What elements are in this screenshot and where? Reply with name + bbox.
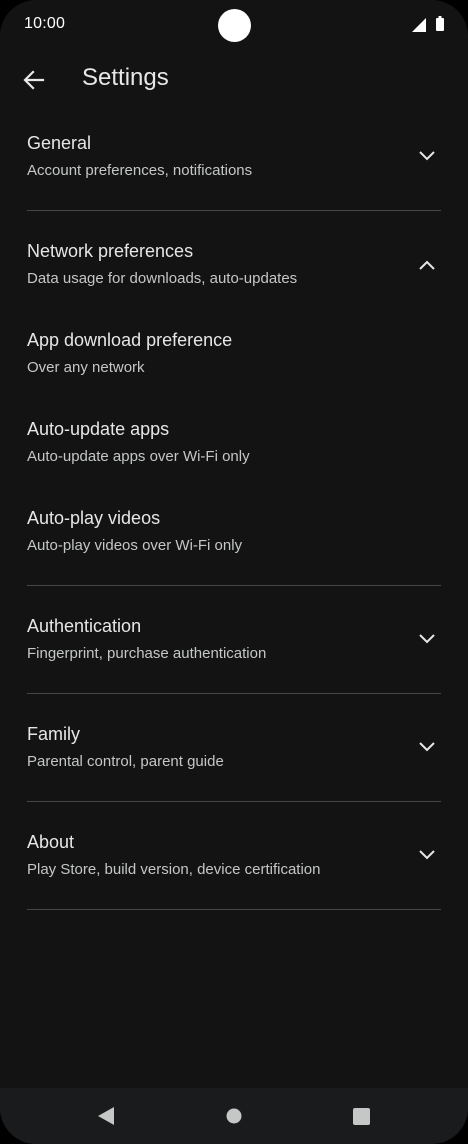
- chevron-down-icon: [419, 742, 435, 752]
- section-authentication-title: Authentication: [27, 616, 142, 636]
- section-authentication[interactable]: Authentication Fingerprint, purchase aut…: [0, 586, 468, 694]
- section-general-title: General: [27, 133, 92, 153]
- battery-icon: [436, 16, 444, 31]
- collapse-network-button[interactable]: [410, 248, 444, 282]
- setting-title: Auto-update apps: [27, 419, 170, 439]
- section-network-preferences[interactable]: Network preferences Data usage for downl…: [0, 211, 468, 300]
- section-network-subtitle: Data usage for downloads, auto-updates: [27, 270, 298, 287]
- setting-auto-update-apps[interactable]: Auto-update apps Auto-update apps over W…: [0, 389, 468, 478]
- home-circle-icon: [226, 1108, 242, 1124]
- chevron-up-icon: [419, 260, 435, 270]
- section-family-subtitle: Parental control, parent guide: [27, 753, 224, 770]
- section-general-subtitle: Account preferences, notifications: [27, 162, 253, 179]
- section-network-title: Network preferences: [27, 241, 194, 261]
- section-about-subtitle: Play Store, build version, device certif…: [27, 861, 321, 878]
- setting-subtitle: Auto-play videos over Wi-Fi only: [27, 537, 243, 554]
- section-general[interactable]: General Account preferences, notificatio…: [0, 110, 468, 218]
- section-family[interactable]: Family Parental control, parent guide: [0, 694, 468, 802]
- settings-list: General Account preferences, notificatio…: [0, 110, 468, 910]
- status-bar: 10:00: [0, 0, 468, 50]
- navigation-bar: [0, 1088, 468, 1144]
- page-title: Settings: [82, 64, 169, 91]
- chevron-down-icon: [419, 634, 435, 644]
- section-about-title: About: [27, 832, 75, 852]
- chevron-down-icon: [419, 151, 435, 161]
- nav-recents-button[interactable]: [341, 1098, 381, 1134]
- nav-home-button[interactable]: [214, 1098, 254, 1134]
- setting-title: Auto-play videos: [27, 508, 161, 528]
- setting-auto-play-videos[interactable]: Auto-play videos Auto-play videos over W…: [0, 478, 468, 567]
- expand-about-button[interactable]: [410, 838, 444, 872]
- nav-back-button[interactable]: [86, 1098, 126, 1134]
- back-button[interactable]: [14, 60, 54, 100]
- divider: [27, 909, 441, 910]
- front-camera: [218, 9, 251, 42]
- expand-authentication-button[interactable]: [410, 622, 444, 656]
- setting-app-download-preference[interactable]: App download preference Over any network: [0, 300, 468, 389]
- arrow-back-icon: [23, 70, 45, 90]
- expand-general-button[interactable]: [410, 139, 444, 173]
- signal-icon: [412, 18, 426, 32]
- setting-subtitle: Over any network: [27, 359, 145, 376]
- setting-subtitle: Auto-update apps over Wi-Fi only: [27, 448, 250, 465]
- phone-screen: 10:00 Settings General Account preferenc…: [0, 0, 468, 1144]
- section-authentication-subtitle: Fingerprint, purchase authentication: [27, 645, 267, 662]
- section-family-title: Family: [27, 724, 80, 744]
- app-bar: Settings: [0, 50, 468, 110]
- back-triangle-icon: [98, 1107, 114, 1125]
- status-time: 10:00: [24, 15, 66, 32]
- setting-title: App download preference: [27, 330, 233, 350]
- recents-square-icon: [352, 1107, 370, 1125]
- section-about[interactable]: About Play Store, build version, device …: [0, 802, 468, 910]
- chevron-down-icon: [419, 850, 435, 860]
- expand-family-button[interactable]: [410, 730, 444, 764]
